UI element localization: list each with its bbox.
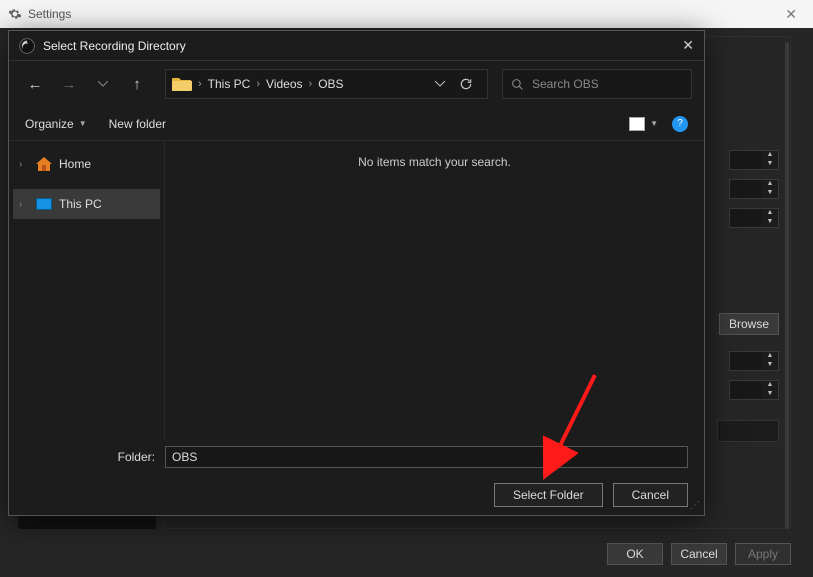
obs-icon [19,38,35,54]
numeric-stepper[interactable]: ▲▼ [729,150,779,170]
tree-item-home[interactable]: › Home [13,149,160,179]
chevron-right-icon[interactable]: › [19,159,29,170]
gear-icon [8,7,22,21]
file-dialog: Select Recording Directory ✕ ← → ↑ › Thi… [8,30,705,516]
settings-titlebar: Settings ✕ [0,0,813,28]
chevron-right-icon[interactable]: › [309,78,313,90]
view-menu[interactable]: ▼ [629,117,658,131]
dropdown-triangle-icon: ▼ [650,119,658,128]
cancel-button[interactable]: Cancel [671,543,727,565]
tree-item-label: This PC [59,197,102,211]
search-placeholder: Search OBS [532,77,599,91]
settings-title: Settings [28,7,71,21]
numeric-stepper[interactable]: ▲▼ [729,208,779,228]
folder-name-input[interactable] [165,446,688,468]
dropdown-triangle-icon: ▼ [79,119,87,128]
ok-button[interactable]: OK [607,543,663,565]
dialog-titlebar: Select Recording Directory ✕ [9,31,704,61]
action-button[interactable] [717,420,779,442]
nav-up-icon[interactable]: ↑ [123,70,151,98]
dialog-cancel-button[interactable]: Cancel [613,483,688,507]
view-icon [629,117,645,131]
browse-button[interactable]: Browse [719,313,779,335]
file-list: No items match your search. [165,141,704,439]
apply-button: Apply [735,543,791,565]
numeric-stepper[interactable]: ▲▼ [729,179,779,199]
chevron-right-icon[interactable]: › [198,78,202,90]
breadcrumb-item[interactable]: Videos [266,77,302,91]
folder-icon [172,76,192,92]
settings-close-icon[interactable]: ✕ [777,6,805,23]
breadcrumb-item[interactable]: This PC [208,77,251,91]
new-folder-button[interactable]: New folder [109,117,166,131]
folder-label: Folder: [25,450,155,464]
tree-item-this-pc[interactable]: › This PC [13,189,160,219]
nav-tree: › Home › This PC [9,141,165,439]
organize-menu[interactable]: Organize ▼ [25,117,87,131]
search-icon [511,78,524,91]
panel-scrollbar[interactable] [785,42,789,529]
empty-message: No items match your search. [358,155,511,169]
resize-grip-icon[interactable]: ⋰ [690,500,700,511]
breadcrumb-item[interactable]: OBS [318,77,343,91]
nav-recent-icon[interactable] [89,70,117,98]
chevron-right-icon[interactable]: › [256,78,260,90]
numeric-stepper[interactable]: ▲▼ [729,380,779,400]
numeric-stepper[interactable]: ▲▼ [729,351,779,371]
refresh-icon[interactable] [459,77,473,91]
tree-item-label: Home [59,157,91,171]
help-icon[interactable]: ? [672,116,688,132]
chevron-down-icon[interactable] [435,81,445,87]
select-folder-button[interactable]: Select Folder [494,483,603,507]
home-icon [36,157,52,171]
dialog-close-icon[interactable]: ✕ [682,37,694,54]
dialog-title: Select Recording Directory [43,39,186,53]
nav-back-icon[interactable]: ← [21,70,49,98]
chevron-right-icon[interactable]: › [19,199,29,210]
address-bar[interactable]: › This PC › Videos › OBS [165,69,488,99]
nav-forward-icon: → [55,70,83,98]
monitor-icon [36,198,52,210]
search-input[interactable]: Search OBS [502,69,692,99]
